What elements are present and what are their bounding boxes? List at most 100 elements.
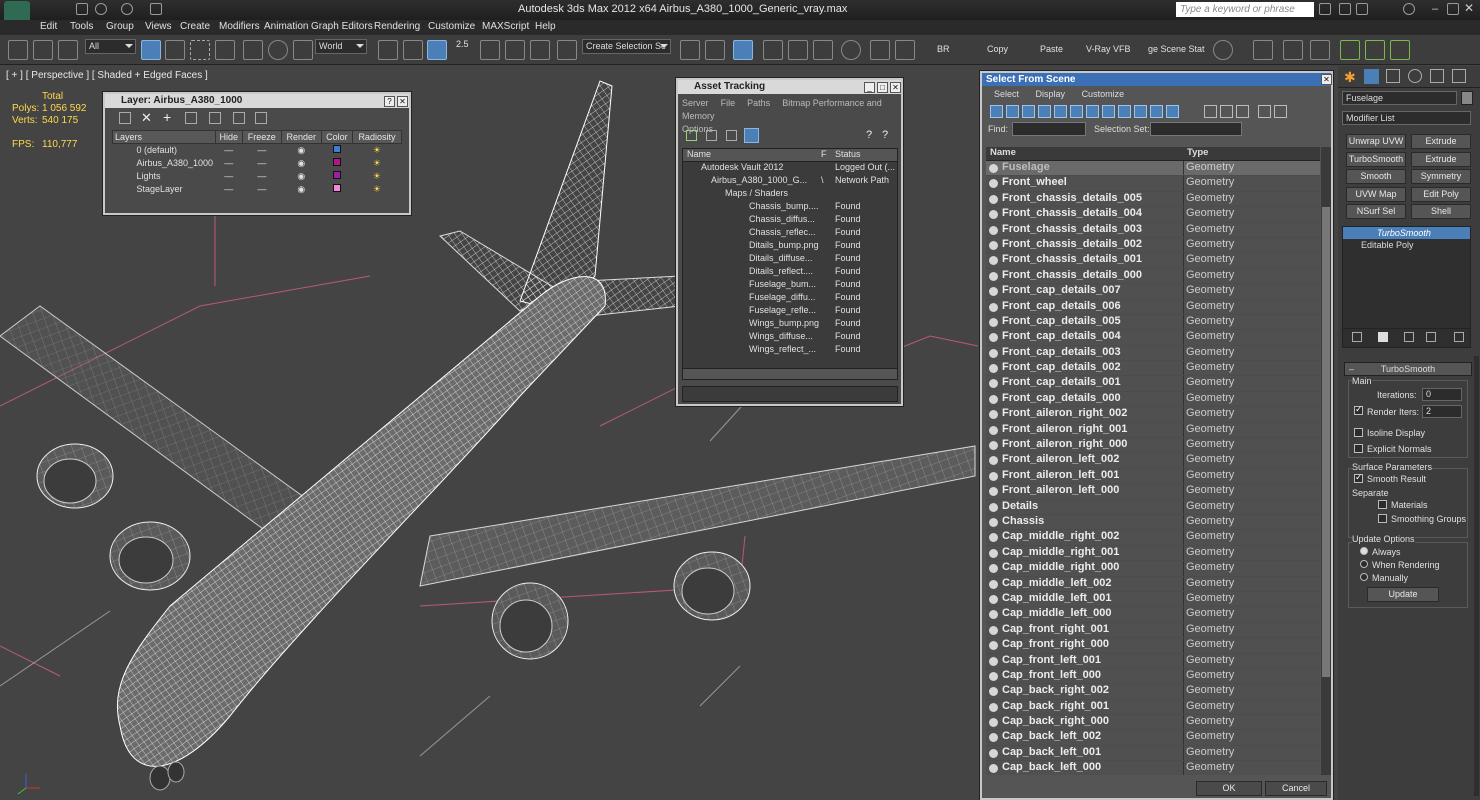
scene-object-row[interactable]: Cap_back_right_001 Geometry [986, 699, 1320, 716]
scene-object-name[interactable]: Front_chassis_details_003 [986, 223, 1183, 237]
display-groups-icon[interactable] [1086, 105, 1099, 118]
asset-name[interactable]: Wings_reflect_... [683, 344, 821, 357]
pin-stack-icon[interactable] [1352, 332, 1362, 342]
scene-object-row[interactable]: Front_aileron_right_002 Geometry [986, 407, 1320, 423]
select-in-layer-icon[interactable] [185, 112, 197, 124]
asset-close-button[interactable]: ✕ [890, 82, 901, 93]
scale-icon[interactable] [293, 40, 313, 60]
scene-object-row[interactable]: Front_cap_details_002 Geometry [986, 361, 1320, 377]
menu-modifiers[interactable]: Modifiers [219, 21, 260, 32]
layer-row[interactable]: Lights — — ◉ ☀ [113, 170, 402, 183]
layer-name[interactable]: Airbus_A380_1000 [113, 157, 216, 170]
extrude-button[interactable]: Extrude [1411, 134, 1471, 149]
asset-row[interactable]: Maps / Shaders [683, 188, 897, 201]
object-name-field[interactable]: Fuselage [1342, 91, 1457, 105]
layer-hide-toggle[interactable]: — [215, 183, 242, 196]
asset-row[interactable]: Chassis_reflec... Found [683, 227, 897, 240]
asset-minimize-button[interactable]: _ [864, 82, 875, 93]
scene-object-name[interactable]: Front_cap_details_004 [986, 330, 1183, 344]
scene-object-row[interactable]: Front_chassis_details_001 Geometry [986, 253, 1320, 269]
scene-object-row[interactable]: Cap_middle_left_001 Geometry [986, 591, 1320, 608]
scene-object-name[interactable]: Cap_back_right_000 [986, 715, 1183, 729]
scene-object-row[interactable]: Front_cap_details_000 Geometry [986, 391, 1320, 408]
unwrap-uvw-button[interactable]: Unwrap UVW [1346, 134, 1406, 149]
scene-object-name[interactable]: Chassis [986, 515, 1183, 529]
angle-snap-icon[interactable] [480, 40, 500, 60]
show-end-result-icon[interactable] [1378, 332, 1388, 342]
layer-radiosity-icon[interactable]: ☀ [352, 183, 401, 196]
select-col-name[interactable]: Name [986, 147, 1183, 160]
reference-coord-dropdown[interactable]: World [315, 39, 367, 54]
close-button[interactable]: ✕ [1464, 2, 1476, 15]
select-menu-display[interactable]: Display [1036, 89, 1066, 99]
save-icon[interactable] [76, 3, 88, 15]
mirror-icon[interactable] [680, 40, 700, 60]
manually-radio[interactable] [1360, 573, 1368, 581]
asset-options-icon[interactable]: ? [882, 129, 888, 141]
scene-object-name[interactable]: Front_chassis_details_002 [986, 238, 1183, 252]
layer-manager-icon[interactable] [733, 40, 753, 60]
asset-name[interactable]: Chassis_diffus... [683, 214, 821, 227]
select-menu-select[interactable]: Select [994, 89, 1019, 99]
asset-help-icon[interactable]: ? [866, 129, 872, 141]
selection-set-dropdown[interactable] [1150, 122, 1242, 136]
display-frozen-icon[interactable] [1150, 105, 1163, 118]
render-setup-icon[interactable] [870, 40, 890, 60]
scene-object-row[interactable]: Front_chassis_details_002 Geometry [986, 237, 1320, 254]
shell-button[interactable]: Shell [1411, 204, 1471, 219]
asset-row[interactable]: Wings_bump.png Found [683, 318, 897, 331]
asset-row[interactable]: Ditails_bump.png Found [683, 240, 897, 253]
window-crossing-icon[interactable] [215, 40, 235, 60]
display-lights-icon[interactable] [1022, 105, 1035, 118]
scrollbar-thumb[interactable] [1322, 207, 1330, 677]
copy-button[interactable]: Copy [987, 44, 1008, 54]
edit-named-selection-icon[interactable] [557, 40, 577, 60]
asset-row[interactable]: Ditails_diffuse... Found [683, 253, 897, 266]
layer-freeze-toggle[interactable]: — [243, 183, 282, 196]
scene-object-name[interactable]: Front_chassis_details_001 [986, 253, 1183, 267]
scene-object-row[interactable]: Front_chassis_details_005 Geometry [986, 191, 1320, 208]
asset-name[interactable]: Maps / Shaders [683, 188, 821, 201]
paint-tool-icon[interactable] [1310, 40, 1330, 60]
asset-name[interactable]: Airbus_A380_1000_G... [683, 175, 821, 188]
maximize-button[interactable] [1447, 3, 1459, 15]
viewport-label[interactable]: [ + ] [ Perspective ] [ Shaded + Edged F… [6, 70, 208, 81]
vray-vfb-button[interactable]: V-Ray VFB [1086, 44, 1131, 54]
layer-radiosity-icon[interactable]: ☀ [352, 157, 401, 170]
select-object-icon[interactable] [141, 40, 161, 60]
scene-object-row[interactable]: Front_cap_details_003 Geometry [986, 345, 1320, 362]
schematic-view-icon[interactable] [813, 40, 833, 60]
always-radio[interactable] [1360, 547, 1368, 555]
curve-editor-icon[interactable] [788, 40, 808, 60]
modifier-list-dropdown[interactable]: Modifier List [1342, 111, 1471, 125]
asset-row[interactable]: Fuselage_refle... Found [683, 305, 897, 318]
stack-item-editable-poly[interactable]: Editable Poly [1343, 239, 1470, 251]
undo-icon[interactable] [95, 3, 107, 15]
render-iters-checkbox[interactable] [1354, 404, 1363, 415]
communication-center-icon[interactable] [1339, 3, 1351, 15]
delete-layer-icon[interactable]: ✕ [141, 110, 152, 126]
modify-tab-icon[interactable] [1364, 69, 1379, 84]
configure-sets-icon[interactable] [1454, 332, 1464, 342]
scene-object-row[interactable]: Front_aileron_right_000 Geometry [986, 438, 1320, 454]
display-containers-icon[interactable] [1134, 105, 1147, 118]
asset-name[interactable]: Fuselage_refle... [683, 305, 821, 318]
scene-object-row[interactable]: Front_aileron_right_001 Geometry [986, 422, 1320, 439]
scene-object-name[interactable]: Details [986, 500, 1183, 514]
scene-object-row[interactable]: Front_aileron_left_001 Geometry [986, 468, 1320, 485]
layer-name[interactable]: StageLayer [113, 183, 216, 196]
menu-help[interactable]: Help [535, 21, 556, 32]
menu-animation[interactable]: Animation [264, 21, 308, 32]
scene-object-row[interactable]: Cap_back_left_000 Geometry [986, 761, 1320, 775]
asset-col-status[interactable]: Status [831, 149, 897, 161]
asset-col-name[interactable]: Name [683, 149, 821, 161]
scene-object-name[interactable]: Front_cap_details_006 [986, 300, 1183, 314]
smooth-button[interactable]: Smooth [1346, 169, 1406, 184]
layer-help-button[interactable]: ? [384, 96, 395, 107]
freeze-all-icon[interactable] [255, 112, 267, 124]
scene-object-name[interactable]: Front_chassis_details_000 [986, 269, 1183, 283]
asset-row[interactable]: Ditails_reflect.... Found [683, 266, 897, 279]
scene-object-row[interactable]: Front_cap_details_006 Geometry [986, 299, 1320, 315]
scene-object-row[interactable]: Front_aileron_left_000 Geometry [986, 484, 1320, 500]
col-render[interactable]: Render [280, 130, 322, 144]
